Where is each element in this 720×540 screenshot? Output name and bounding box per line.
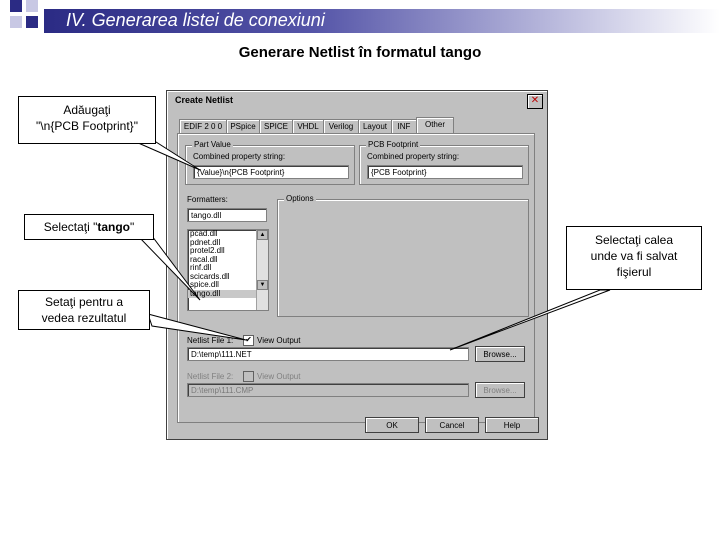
callout-tango-suffix: " (130, 220, 135, 234)
callout-footprint-line2: "\n{PCB Footprint}" (36, 119, 138, 133)
callout-save-path: Selectaţi calea unde va fi salvat fişier… (566, 226, 702, 290)
callout-pointer-view (147, 313, 247, 341)
callout-pointer-path (449, 289, 611, 351)
callout-tango-bold: tango (97, 220, 131, 234)
callout-view-line2: vedea rezultatul (41, 311, 127, 325)
callout-path-line2: unde va fi salvat (590, 249, 678, 263)
callout-add-footprint: Adăugaţi "\n{PCB Footprint}" (18, 96, 156, 144)
callout-view-output: Setaţi pentru a vedea rezultatul (18, 290, 150, 330)
callout-view-line1: Setaţi pentru a (44, 295, 124, 309)
callout-pointer-footprint (135, 141, 201, 171)
callout-select-tango: Selectaţi "tango" (24, 214, 154, 240)
callout-tango-prefix: Selectaţi " (43, 220, 98, 234)
callout-path-line1: Selectaţi calea (594, 233, 674, 247)
callout-path-line3: fişierul (616, 265, 652, 279)
callout-footprint-line1: Adăugaţi (63, 103, 111, 117)
callout-tango-text: Selectaţi "tango" (25, 219, 153, 235)
